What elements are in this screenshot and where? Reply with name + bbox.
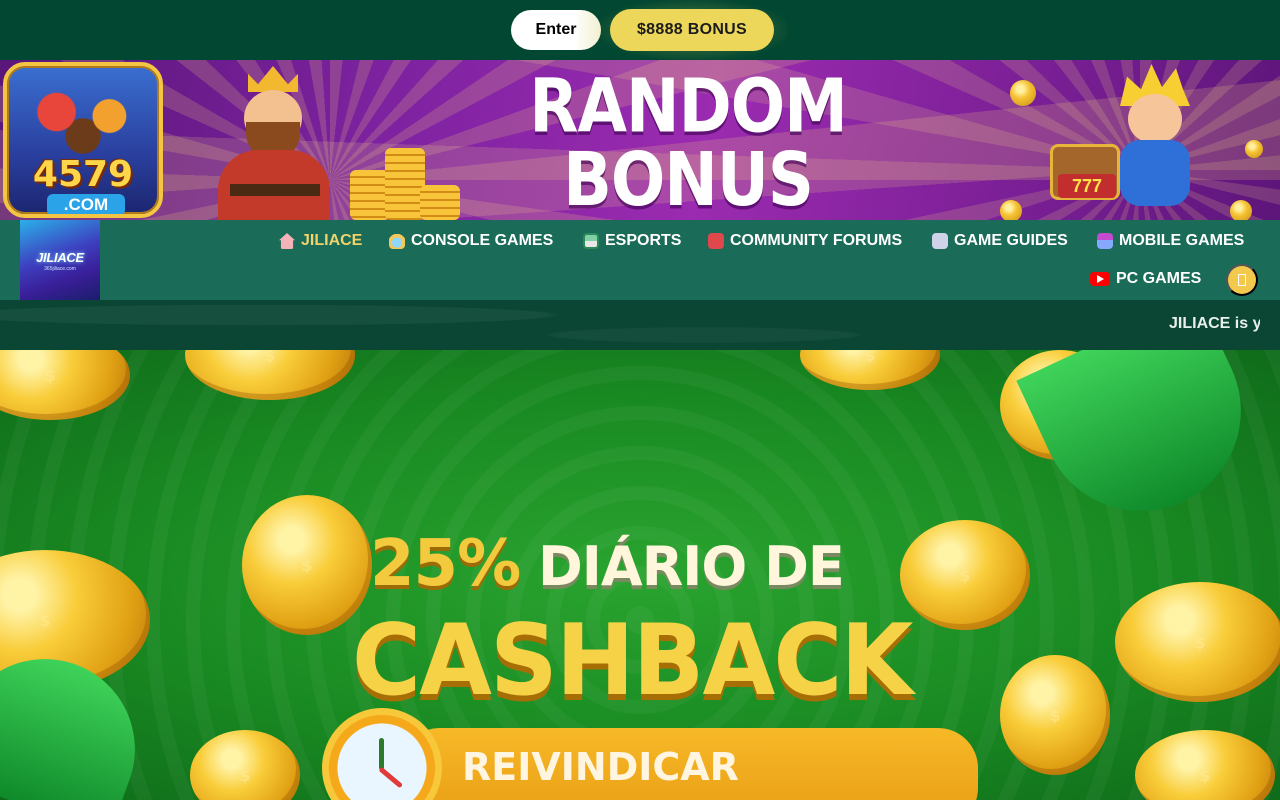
- nav-item-jiliace[interactable]: JILIACE: [279, 229, 362, 253]
- coin-icon: [185, 350, 355, 400]
- youtube-icon: [1090, 272, 1110, 286]
- coin-stack: [350, 170, 390, 220]
- promo-banner[interactable]: 4579 .COM RANDOM BONUS 12 TIMES A DAY 77…: [0, 60, 1280, 220]
- console-icon: [389, 233, 405, 249]
- promo-headline-line1: RANDOM BONUS: [529, 64, 848, 220]
- ticker-text: JILIACE is your premier gaming destinati…: [1169, 315, 1260, 332]
- enter-button[interactable]: Enter: [511, 10, 601, 50]
- slot-machine-label: 777: [1058, 174, 1116, 198]
- coin-icon: [1000, 200, 1022, 220]
- nav-item-label: GAME GUIDES: [954, 232, 1068, 249]
- nav-item-label: JILIACE: [301, 232, 363, 249]
- cashback-banner[interactable]: 25% DIÁRIO DE CASHBACK REIVINDICAR: [0, 350, 1280, 800]
- hero-character-illustration: 777: [1050, 64, 1230, 220]
- coin-icon: [190, 730, 300, 800]
- claim-button-label[interactable]: REIVINDICAR: [462, 745, 739, 789]
- coin-icon: [1135, 730, 1275, 800]
- coin-stack: [420, 185, 460, 220]
- nav-item-esports[interactable]: ESPORTS: [583, 229, 681, 253]
- promo-headline-number: 12: [504, 209, 586, 220]
- announcement-ticker: JILIACE is your premier gaming destinati…: [0, 300, 1280, 350]
- coin-icon: [1245, 140, 1263, 158]
- coin-icon: [1115, 582, 1280, 702]
- logo-domain: .COM: [47, 194, 125, 214]
- gamepad-icon: [932, 233, 948, 249]
- coin-stack: [385, 148, 425, 220]
- ticker-clip: JILIACE is your premier gaming destinati…: [0, 300, 1260, 350]
- nav-item-label: CONSOLE GAMES: [411, 232, 554, 249]
- nav-item-label: PC GAMES: [1116, 270, 1202, 287]
- banner-percent: 25%: [370, 527, 521, 601]
- nav-item-label: ESPORTS: [605, 232, 682, 249]
- king-illustration: [200, 66, 350, 220]
- search-icon: [1238, 274, 1246, 286]
- mobile-robot-icon: [1097, 233, 1113, 249]
- coin-icon: [800, 350, 940, 390]
- site-logo-subtext: 365jiliace.com: [44, 266, 76, 272]
- promo-headline-line2-text: TIMES A DAY: [585, 209, 874, 220]
- coin-icon: [1230, 200, 1252, 220]
- hero-face: [1128, 94, 1182, 144]
- nav-item-label: MOBILE GAMES: [1119, 232, 1245, 249]
- nav-item-pc-games[interactable]: PC GAMES: [1090, 267, 1201, 291]
- promo-headline: RANDOM BONUS 12 TIMES A DAY: [458, 64, 918, 220]
- banner-line1-rest: DIÁRIO DE: [520, 535, 845, 598]
- clock-hand: [378, 766, 404, 789]
- logo-characters-illustration: [17, 80, 149, 160]
- search-button[interactable]: [1226, 264, 1258, 296]
- top-bar: Enter $8888 BONUS: [0, 0, 1280, 60]
- stadium-icon: [583, 233, 599, 249]
- banner-headline-line1: 25% DIÁRIO DE: [370, 532, 930, 596]
- coin-icon: [1000, 655, 1110, 775]
- coin-icon: [1010, 80, 1036, 106]
- banner-headline-line2: CASHBACK: [352, 604, 913, 718]
- nav-item-mobile-games[interactable]: MOBILE GAMES: [1097, 229, 1244, 253]
- home-icon: [279, 233, 295, 249]
- coin-icon: [0, 350, 130, 420]
- bonus-button[interactable]: $8888 BONUS: [610, 9, 774, 51]
- brand-logo-4579[interactable]: 4579 .COM: [3, 62, 163, 218]
- clock-hand: [379, 738, 384, 770]
- crown-icon: [248, 66, 298, 92]
- nav-item-community-forums[interactable]: COMMUNITY FORUMS: [708, 229, 902, 253]
- nav-item-label: COMMUNITY FORUMS: [730, 232, 903, 249]
- logo-number: 4579: [32, 154, 134, 195]
- king-belt: [230, 184, 320, 196]
- dice-icon: [708, 233, 724, 249]
- site-logo-text: JILIACE: [36, 250, 84, 265]
- nav-item-console-games[interactable]: CONSOLE GAMES: [389, 229, 553, 253]
- site-logo[interactable]: JILIACE 365jiliace.com: [20, 220, 100, 300]
- main-nav: JILIACE 365jiliace.com JILIACE CONSOLE G…: [0, 220, 1280, 300]
- nav-item-game-guides[interactable]: GAME GUIDES: [932, 229, 1068, 253]
- hero-body: [1120, 140, 1190, 206]
